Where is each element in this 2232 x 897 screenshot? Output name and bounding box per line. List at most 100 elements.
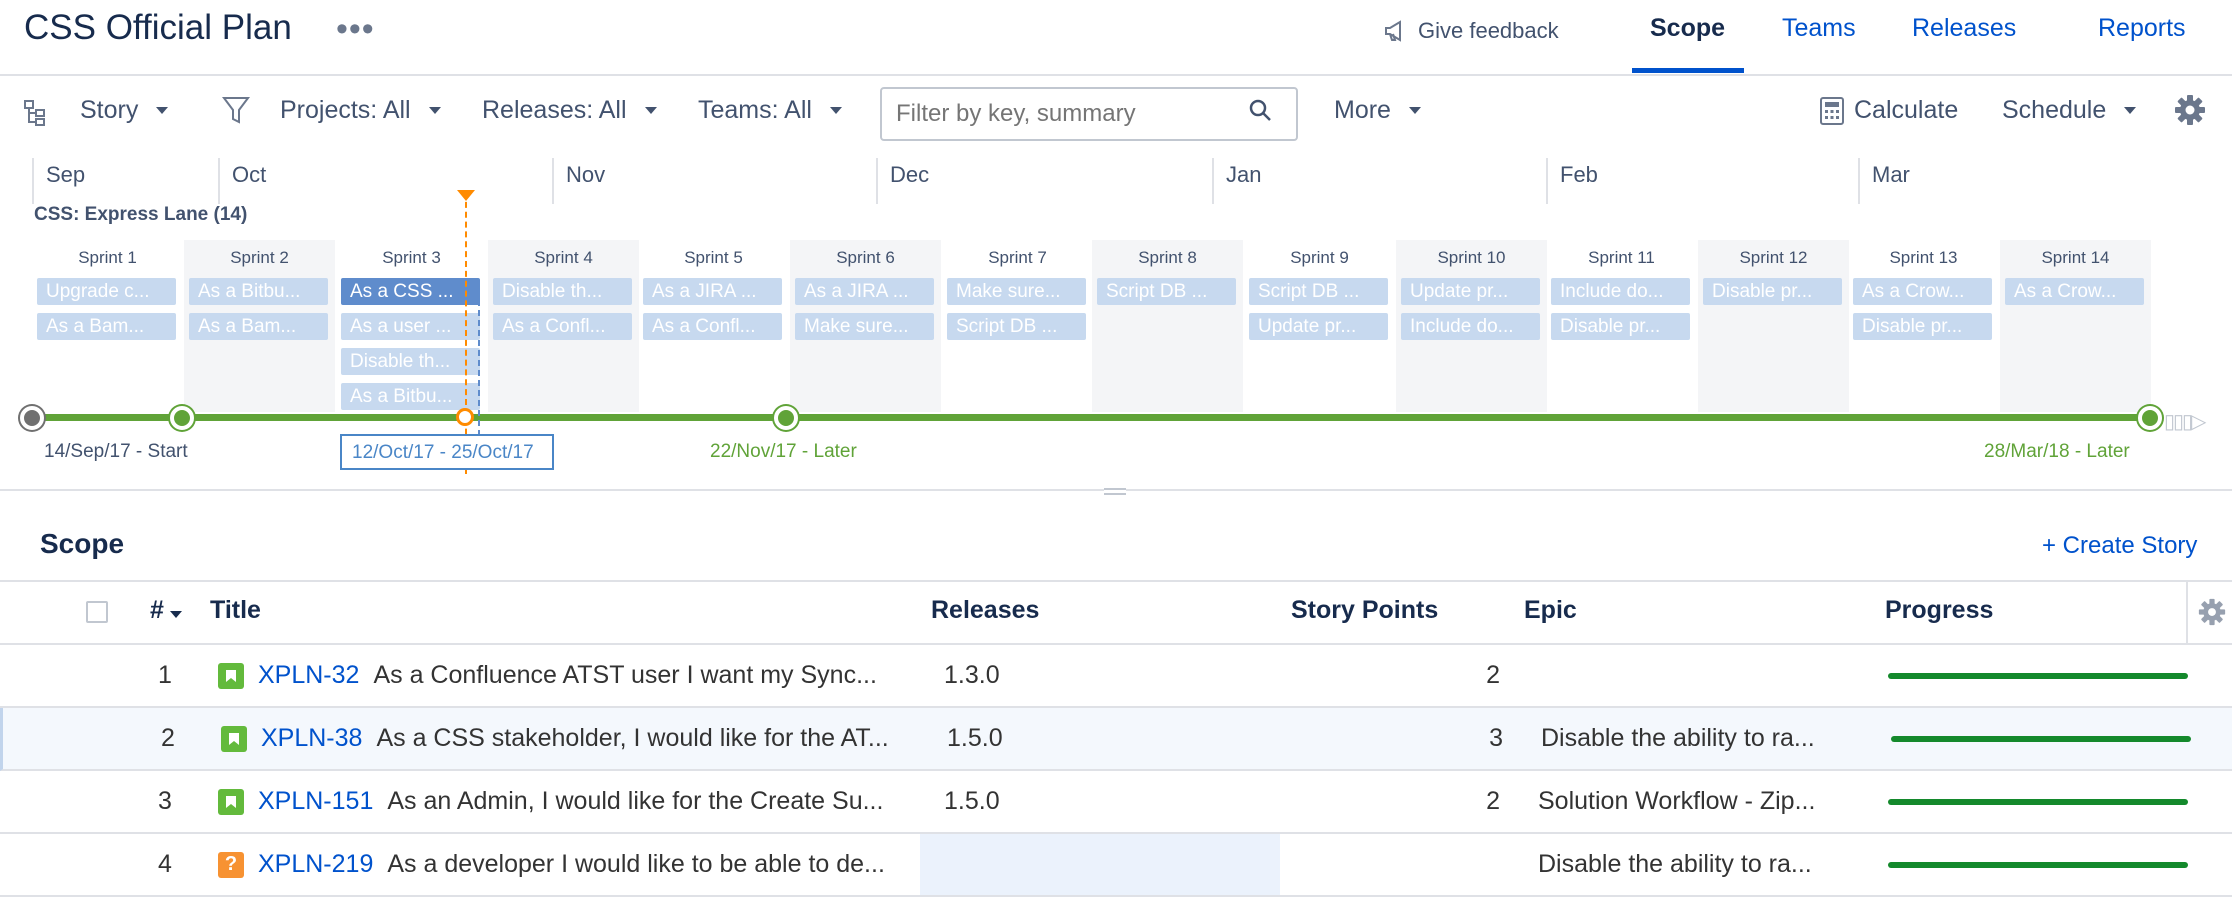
table-row[interactable]: 1 XPLN-32 As a Confluence ATST user I want… — [0, 645, 2232, 708]
sprint-issue-card[interactable]: Script DB ... — [1097, 278, 1236, 305]
timeline-node[interactable] — [170, 406, 194, 430]
sprint-name[interactable]: Sprint 2 — [184, 248, 335, 268]
story-points-cell[interactable]: 2 — [1290, 645, 1500, 706]
tab-releases[interactable]: Releases — [1912, 14, 2016, 43]
column-header-story-points[interactable]: Story Points — [1291, 596, 1438, 625]
issue-key-link[interactable]: XPLN-32 — [258, 661, 359, 690]
epic-cell[interactable]: Disable the ability to ra... — [1541, 708, 1831, 769]
sprint-issue-card[interactable]: As a Confl... — [493, 313, 632, 340]
timeline-start-node[interactable] — [20, 406, 44, 430]
sprint-issue-card[interactable]: Script DB ... — [947, 313, 1086, 340]
issue-key-link[interactable]: XPLN-219 — [258, 850, 373, 879]
sprint-name[interactable]: Sprint 11 — [1546, 248, 1697, 268]
sprint-name[interactable]: Sprint 8 — [1092, 248, 1243, 268]
search-input[interactable] — [880, 87, 1298, 141]
issue-key-link[interactable]: XPLN-151 — [258, 787, 373, 816]
sprint-issue-card[interactable]: Update pr... — [1249, 313, 1388, 340]
sprint-issue-card[interactable]: Include do... — [1551, 278, 1690, 305]
release-cell[interactable]: 1.5.0 — [920, 771, 1280, 832]
sprint-name[interactable]: Sprint 5 — [638, 248, 789, 268]
story-points-cell[interactable] — [1290, 834, 1500, 895]
sprint-issue-card[interactable]: As a Bam... — [37, 313, 176, 340]
sprint-issue-card[interactable]: As a Bitbu... — [189, 278, 328, 305]
more-actions-button[interactable]: ••• — [336, 10, 375, 49]
timeline-end-node[interactable] — [2138, 406, 2162, 430]
column-header-progress[interactable]: Progress — [1885, 596, 1993, 625]
issue-key-link[interactable]: XPLN-38 — [261, 724, 362, 753]
sprint-name[interactable]: Sprint 7 — [942, 248, 1093, 268]
tab-scope[interactable]: Scope — [1650, 14, 1725, 43]
sprint-issue-card[interactable]: As a JIRA ... — [795, 278, 934, 305]
today-node[interactable] — [456, 408, 474, 426]
search-icon[interactable] — [1248, 98, 1274, 129]
column-settings[interactable] — [2186, 582, 2232, 644]
sprint-issue-card[interactable]: As a Bam... — [189, 313, 328, 340]
schedule-dropdown[interactable]: Schedule — [2002, 96, 2137, 125]
calculate-button[interactable]: Calculate — [1820, 96, 1958, 125]
sprint-issue-card[interactable]: Update pr... — [1401, 278, 1540, 305]
sprint-name[interactable]: Sprint 12 — [1698, 248, 1849, 268]
sprint-name[interactable]: Sprint 13 — [1848, 248, 1999, 268]
sprint-issue-card[interactable]: As a Crow... — [1853, 278, 1992, 305]
sprint-issue-card[interactable]: Disable pr... — [1853, 313, 1992, 340]
sprint-issue-card[interactable]: As a Bitbu... — [341, 383, 480, 410]
epic-cell[interactable]: Disable the ability to ra... — [1538, 834, 1828, 895]
release-cell[interactable]: 1.5.0 — [923, 708, 1283, 769]
sprint-issue-card[interactable]: Disable pr... — [1703, 278, 1842, 305]
release-cell[interactable]: 1.3.0 — [920, 645, 1280, 706]
sprint-name[interactable]: Sprint 14 — [2000, 248, 2151, 268]
epic-cell[interactable]: Solution Workflow - Zip... — [1538, 771, 1828, 832]
epic-cell[interactable] — [1538, 645, 1828, 706]
timeline-overflow-icon[interactable]: ▯▯▯▷ — [2164, 409, 2206, 434]
give-feedback-link[interactable]: Give feedback — [1384, 18, 1559, 44]
create-story-button[interactable]: + Create Story — [2042, 532, 2197, 560]
column-header-number[interactable]: # — [150, 596, 182, 625]
sprint-issue-card[interactable]: Script DB ... — [1249, 278, 1388, 305]
hierarchy-level-dropdown[interactable]: Story — [80, 96, 169, 125]
release-label[interactable]: 28/Mar/18 - Later — [1984, 441, 2130, 463]
table-row[interactable]: 4? XPLN-219 As a developer I would like to… — [0, 834, 2232, 897]
sprint-issue-card[interactable]: Disable th... — [493, 278, 632, 305]
column-header-epic[interactable]: Epic — [1524, 596, 1577, 625]
sprint-issue-card[interactable]: Disable pr... — [1551, 313, 1690, 340]
teams-filter[interactable]: Teams: All — [698, 96, 842, 125]
projects-filter[interactable]: Projects: All — [280, 96, 441, 125]
sprint-issue-card[interactable]: As a Crow... — [2005, 278, 2144, 305]
issue-title[interactable]: As a CSS stakeholder, I would like for t… — [376, 724, 888, 753]
sprint-issue-card[interactable]: Upgrade c... — [37, 278, 176, 305]
sprint-issue-card[interactable]: Disable th... — [341, 348, 480, 375]
sprint-name[interactable]: Sprint 10 — [1396, 248, 1547, 268]
sprint-name[interactable]: Sprint 9 — [1244, 248, 1395, 268]
sprint-name[interactable]: Sprint 1 — [32, 248, 183, 268]
sprint-issue-card[interactable]: As a Confl... — [643, 313, 782, 340]
sprint-issue-card[interactable]: As a user ... — [341, 313, 480, 340]
resize-handle[interactable] — [1104, 488, 1126, 495]
timeline-node[interactable] — [774, 406, 798, 430]
hierarchy-icon[interactable] — [24, 100, 46, 131]
sprint-issue-card[interactable]: Make sure... — [947, 278, 1086, 305]
sprint-issue-card[interactable]: As a CSS ... — [341, 278, 480, 305]
tab-reports[interactable]: Reports — [2098, 14, 2186, 43]
settings-gear-icon[interactable] — [2174, 94, 2206, 131]
issue-title[interactable]: As an Admin, I would like for the Create… — [387, 787, 883, 816]
select-all-checkbox[interactable] — [86, 601, 108, 623]
releases-filter[interactable]: Releases: All — [482, 96, 657, 125]
table-row[interactable]: 2 XPLN-38 As a CSS stakeholder, I would li… — [0, 708, 2232, 771]
issue-title[interactable]: As a Confluence ATST user I want my Sync… — [373, 661, 876, 690]
release-cell[interactable] — [920, 834, 1280, 895]
sprint-issue-card[interactable]: Include do... — [1401, 313, 1540, 340]
sprint-name[interactable]: Sprint 4 — [488, 248, 639, 268]
sprint-name[interactable]: Sprint 6 — [790, 248, 941, 268]
more-dropdown[interactable]: More — [1334, 96, 1421, 125]
filter-icon[interactable] — [222, 96, 250, 131]
issue-title[interactable]: As a developer I would like to be able t… — [387, 850, 885, 879]
story-points-cell[interactable]: 2 — [1290, 771, 1500, 832]
tab-teams[interactable]: Teams — [1782, 14, 1856, 43]
column-header-releases[interactable]: Releases — [931, 596, 1039, 625]
column-header-title[interactable]: Title — [210, 596, 261, 625]
release-label[interactable]: 22/Nov/17 - Later — [710, 441, 857, 463]
story-points-cell[interactable]: 3 — [1293, 708, 1503, 769]
sprint-issue-card[interactable]: Make sure... — [795, 313, 934, 340]
sprint-issue-card[interactable]: As a JIRA ... — [643, 278, 782, 305]
table-row[interactable]: 3 XPLN-151 As an Admin, I would like for t… — [0, 771, 2232, 834]
